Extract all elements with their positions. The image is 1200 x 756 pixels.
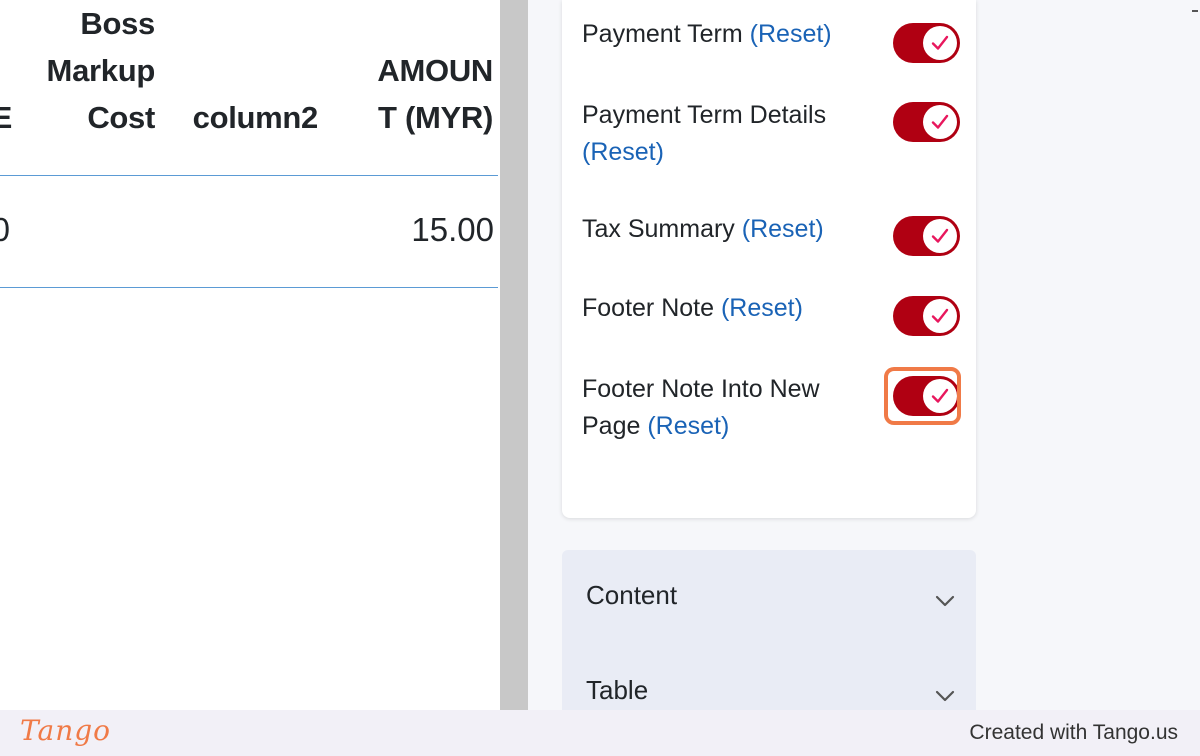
table-header-divider [0, 175, 498, 176]
header-line: Cost [87, 100, 155, 135]
reset-link[interactable]: (Reset) [647, 412, 729, 440]
header-line: Boss [80, 6, 155, 41]
tango-footer: Tango Created with Tango.us [0, 710, 1200, 756]
reset-link[interactable]: (Reset) [742, 215, 824, 243]
option-footer-note: Footer Note (Reset) [582, 290, 872, 327]
settings-accordion: Content Table [562, 550, 976, 710]
tango-logo: Tango [20, 714, 112, 747]
corner-mark [1192, 10, 1198, 12]
check-icon [931, 114, 949, 129]
option-payment-term-details: Payment Term Details (Reset) [582, 97, 872, 171]
check-icon [931, 228, 949, 243]
invoice-table-preview: E Boss Markup Cost column2 AMOUN T (MYR)… [0, 0, 500, 710]
option-label: Payment Term [582, 20, 750, 48]
footer-credit: Created with Tango.us [969, 721, 1178, 744]
check-icon [931, 308, 949, 323]
toggle-payment-term-details[interactable] [893, 102, 960, 142]
header-line: T (MYR) [378, 100, 493, 135]
option-footer-note-into-new-page: Footer Note Into New Page (Reset) [582, 371, 862, 445]
header-line: AMOUN [377, 53, 493, 88]
reset-link[interactable]: (Reset) [721, 294, 803, 322]
toggle-footer-note[interactable] [893, 296, 960, 336]
column-header-column2: column2 [192, 100, 319, 135]
accordion-label: Content [586, 580, 678, 610]
header-line: Markup [46, 53, 156, 88]
toggle-knob [923, 299, 957, 333]
reset-link[interactable]: (Reset) [750, 20, 832, 48]
toggle-tax-summary[interactable] [893, 216, 960, 256]
table-row-divider [0, 287, 498, 288]
option-label: Tax Summary [582, 215, 742, 243]
reset-link[interactable]: (Reset) [582, 138, 664, 166]
toggle-knob [923, 219, 957, 253]
column-header-amount: AMOUN T (MYR) [330, 47, 493, 141]
column-header-boss-markup-cost: Boss Markup Cost [10, 0, 156, 141]
chevron-down-icon [935, 690, 955, 702]
check-icon [931, 35, 949, 50]
option-label: Payment Term Details [582, 101, 827, 129]
toggle-knob [923, 105, 957, 139]
cell-truncated: 0 [0, 211, 10, 248]
toggle-payment-term[interactable] [893, 23, 960, 63]
option-tax-summary: Tax Summary (Reset) [582, 211, 872, 248]
cell-amount: 15.00 [411, 211, 494, 248]
option-payment-term: Payment Term (Reset) [582, 16, 872, 53]
toggle-knob [923, 26, 957, 60]
click-highlight-box [884, 367, 961, 425]
accordion-content[interactable]: Content [562, 550, 976, 630]
option-label: Footer Note [582, 294, 721, 322]
settings-card: Payment Term (Reset) Payment Term Detail… [562, 0, 976, 518]
accordion-label: Table [586, 675, 649, 705]
chevron-down-icon [935, 595, 955, 607]
pane-splitter[interactable] [500, 0, 528, 710]
